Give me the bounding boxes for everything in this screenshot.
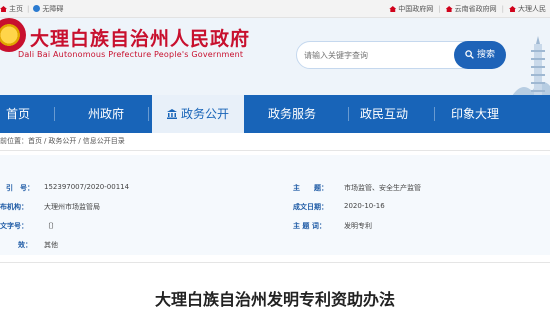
nav-item-gov-affairs-open[interactable]: 政务公开 <box>152 95 244 133</box>
main-nav: 首页 州政府 政务公开 政务服务 政民互动 印象大理 <box>0 95 550 133</box>
keyword-value: 发明专利 <box>344 222 372 230</box>
gov-icon <box>389 6 397 12</box>
doc-number-value: 〔〕 <box>44 222 58 230</box>
nav-item-interaction[interactable]: 政民互动 <box>360 95 408 133</box>
search-icon <box>465 50 474 59</box>
doc-number-label: 文字号： <box>0 222 28 230</box>
home-link[interactable]: 主页 <box>0 5 23 13</box>
breadcrumb-item-home[interactable]: 首页 <box>28 137 42 145</box>
keyword-label: 主 题 词： <box>293 222 326 230</box>
site-title[interactable]: 大理白族自治州人民政府 <box>30 24 250 51</box>
nav-item-government[interactable]: 州政府 <box>88 95 124 133</box>
home-icon <box>0 6 7 12</box>
validity-label: 效： <box>18 241 32 249</box>
government-building-icon <box>166 109 177 119</box>
search-input[interactable] <box>302 45 446 65</box>
topic-value: 市场监管、安全生产监管 <box>344 184 421 192</box>
written-date-value: 2020-10-16 <box>344 202 385 210</box>
issuer-value: 大理州市场监管局 <box>44 203 100 211</box>
index-label: 引 号： <box>6 184 34 192</box>
index-value: 152397007/2020-00114 <box>44 183 130 191</box>
validity-value: 其他 <box>44 241 58 249</box>
nav-item-impression-dali[interactable]: 印象大理 <box>451 95 499 133</box>
link-china-gov[interactable]: 中国政府网 <box>398 5 433 13</box>
gov-icon <box>445 6 453 12</box>
document-title: 大理白族自治州发明专利资助办法 <box>154 290 395 309</box>
site-subtitle: Dali Bai Autonomous Prefecture People's … <box>18 50 244 59</box>
written-date-label: 成文日期： <box>293 203 328 211</box>
nav-item-home[interactable]: 首页 <box>6 95 30 133</box>
nav-item-gov-services[interactable]: 政务服务 <box>268 95 316 133</box>
gov-icon <box>509 6 516 12</box>
breadcrumb: 前位置：首页 / 政务公开 / 信息公开目录 <box>0 137 125 145</box>
top-utility-bar: 主页 | 无障碍 中国政府网 | 云南省政府网 | 大理人民 <box>0 0 550 18</box>
link-yunnan-gov[interactable]: 云南省政府网 <box>455 5 497 13</box>
link-dali-people[interactable]: 大理人民 <box>518 5 546 13</box>
breadcrumb-item-catalog[interactable]: 信息公开目录 <box>83 137 125 145</box>
search-button[interactable]: 搜索 <box>454 41 506 69</box>
issuer-label: 布机构： <box>0 203 28 211</box>
accessibility-link[interactable]: 无障碍 <box>33 5 63 13</box>
breadcrumb-item-gov-affairs[interactable]: 政务公开 <box>48 137 76 145</box>
accessibility-icon <box>33 5 41 12</box>
topic-label: 主 题： <box>293 184 328 192</box>
document-info-table: 引 号： 152397007/2020-00114 布机构： 大理州市场监管局 … <box>0 155 550 255</box>
